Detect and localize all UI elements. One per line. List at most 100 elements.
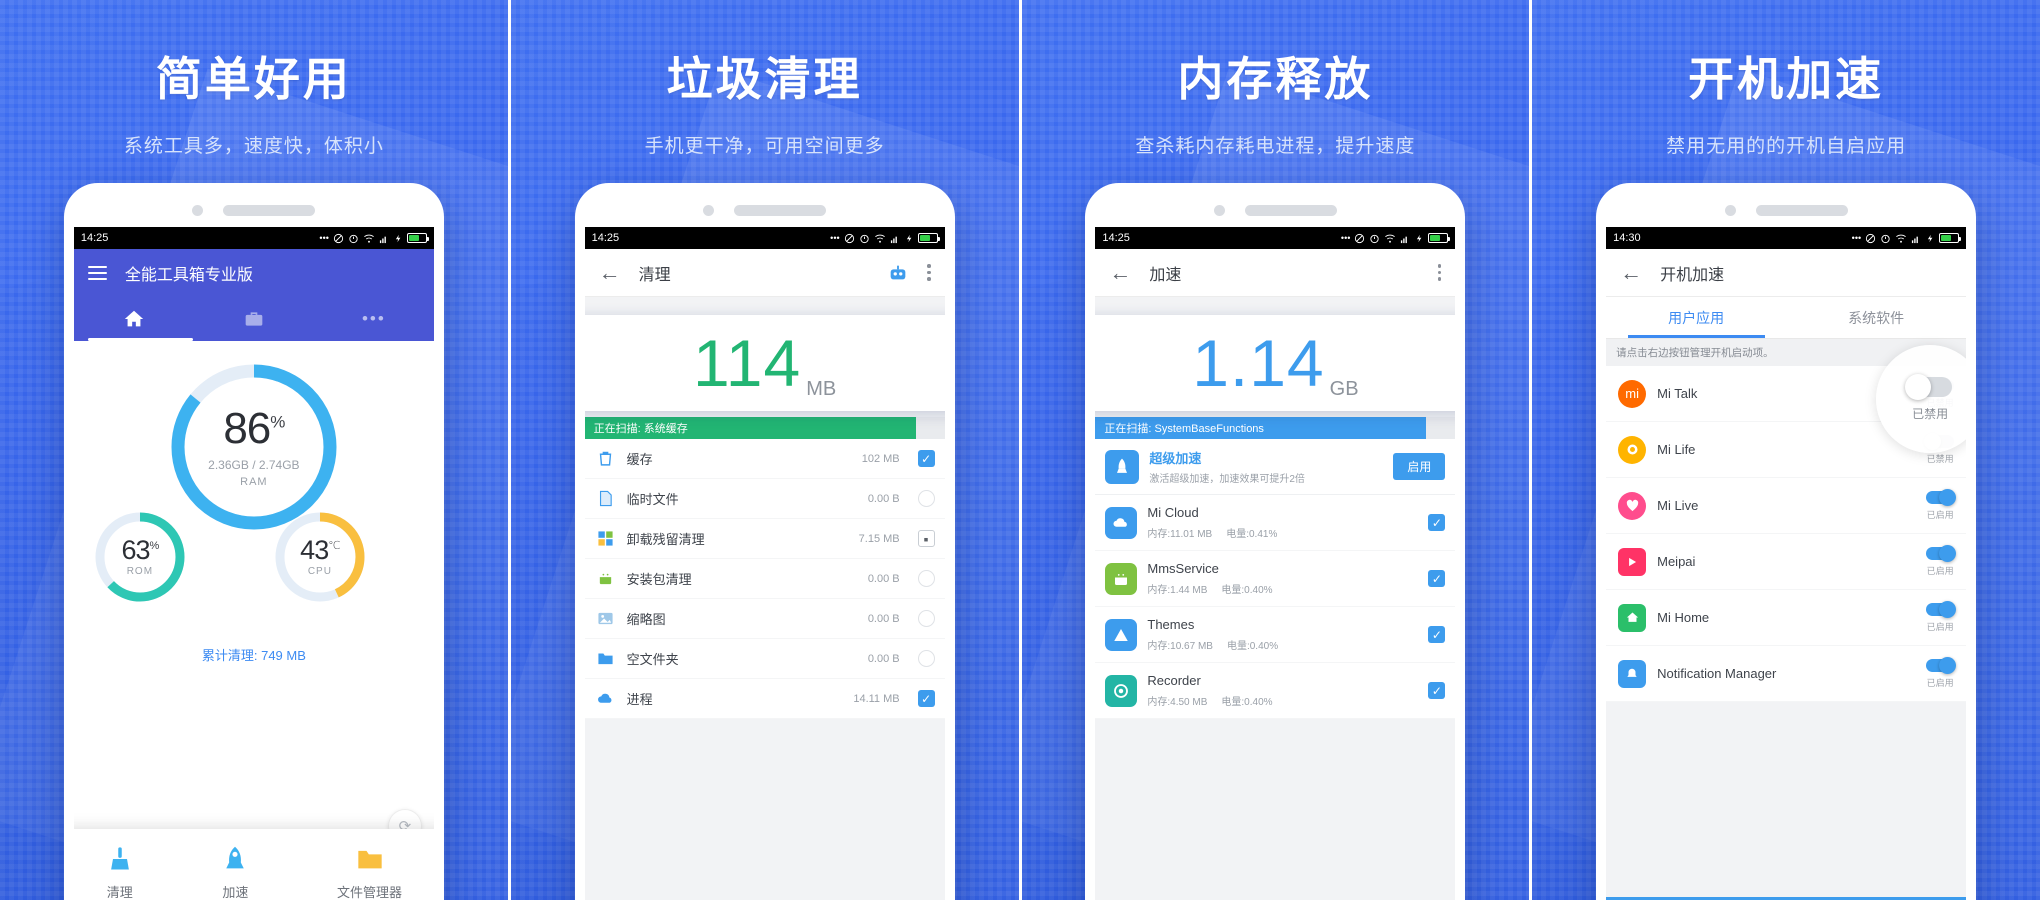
tab-system-apps[interactable]: 系统软件 <box>1786 297 1966 338</box>
boost-title: 超级加速 <box>1149 451 1202 466</box>
table-row[interactable]: 安装包清理 0.00 B <box>584 559 945 599</box>
table-row[interactable]: 空文件夹 0.00 B <box>584 639 945 679</box>
phone-earpiece <box>74 193 434 227</box>
junk-size: 0.00 B <box>867 652 900 665</box>
toggle-label: 已禁用 <box>1912 406 1949 421</box>
checkbox[interactable] <box>917 490 935 507</box>
checkbox[interactable] <box>917 650 935 667</box>
junk-name: 临时文件 <box>626 492 679 507</box>
scan-status-label: 正在扫描: SystemBaseFunctions <box>1104 423 1264 435</box>
battery-icon <box>1939 233 1962 243</box>
tab-user-apps[interactable]: 用户应用 <box>1606 297 1786 338</box>
tab-indicator <box>1627 335 1765 338</box>
status-time: 14:30 <box>1613 232 1641 244</box>
checkbox[interactable]: ✓ <box>1428 570 1446 587</box>
checkbox[interactable]: ✓ <box>917 690 935 707</box>
checkbox[interactable] <box>917 610 935 627</box>
toggle-switch[interactable] <box>1905 373 1953 400</box>
gauge-ram-detail: 2.36GB / 2.74GB <box>208 457 300 472</box>
table-row[interactable]: 进程 14.11 MB ✓ <box>584 679 945 719</box>
back-arrow-icon[interactable]: ← <box>1109 261 1131 284</box>
charging-bolt-icon <box>395 234 401 242</box>
bottom-nav-item-files[interactable]: 文件管理器 <box>337 845 402 900</box>
list-item[interactable]: Mi Live 已启用 <box>1606 478 1967 534</box>
status-icons: ••• <box>1851 232 1962 244</box>
scan-amount-value: 114 <box>693 326 802 400</box>
mi-icon: mi <box>1618 379 1647 408</box>
list-item[interactable]: Meipai 已启用 <box>1606 534 1967 590</box>
bottom-nav-item-clean[interactable]: 清理 <box>106 845 134 900</box>
list-item[interactable]: Mi Home 已启用 <box>1606 590 1967 646</box>
more-dots-icon: ••• <box>1851 232 1862 243</box>
checkbox[interactable]: ▪ <box>917 530 935 547</box>
gauge-cpu-value: 43 <box>300 535 329 565</box>
process-mem: 内存:4.50 MB <box>1147 697 1208 708</box>
gauge-cpu[interactable]: 43℃ CPU <box>274 511 366 603</box>
gauge-area: 86% 2.36GB / 2.74GB RAM 63% ROM 43℃ CPU <box>74 341 434 641</box>
alarm-icon <box>1881 234 1890 243</box>
checkbox[interactable]: ✓ <box>1428 626 1446 643</box>
app-toggle[interactable]: 已启用 <box>1926 544 1957 577</box>
process-text: Themes 内存:10.67 MB 电量:0.40% <box>1147 617 1418 652</box>
table-row[interactable]: 缓存 102 MB ✓ <box>584 439 945 479</box>
tab-toolbox[interactable] <box>194 297 314 341</box>
cleaner-robot-icon[interactable] <box>887 262 909 284</box>
checkbox[interactable]: ✓ <box>1428 682 1446 699</box>
scan-status-label: 正在扫描: 系统缓存 <box>593 423 688 435</box>
checkbox[interactable]: ✓ <box>1428 514 1446 531</box>
table-row[interactable]: Mi Cloud 内存:11.01 MB 电量:0.41% ✓ <box>1095 495 1456 551</box>
app-toggle[interactable]: 已启用 <box>1926 488 1957 521</box>
super-boost-banner[interactable]: 超级加速 激活超级加速，加速效果可提升2倍 启用 <box>1095 439 1456 495</box>
gauge-ram[interactable]: 86% 2.36GB / 2.74GB RAM <box>170 363 338 531</box>
gauge-rom-unit: % <box>149 540 160 552</box>
junk-size: 0.00 B <box>867 612 900 625</box>
speaker-bar <box>223 204 316 216</box>
toggle-switch[interactable] <box>1926 600 1957 618</box>
process-text: Mi Cloud 内存:11.01 MB 电量:0.41% <box>1147 505 1418 540</box>
app-name: Mi Home <box>1657 610 1710 625</box>
tab-more[interactable]: ••• <box>314 297 434 341</box>
table-row[interactable]: MmsService 内存:1.44 MB 电量:0.40% ✓ <box>1095 551 1456 607</box>
toggle-state-label: 已启用 <box>1926 677 1954 688</box>
mute-icon <box>1355 233 1365 243</box>
android-green-icon <box>1105 562 1138 595</box>
bottom-nav: 清理 加速 文件管理器 <box>73 829 434 900</box>
table-row[interactable]: Recorder 内存:4.50 MB 电量:0.40% ✓ <box>1095 663 1456 719</box>
status-icons: ••• <box>319 233 429 244</box>
toggle-switch[interactable] <box>1926 488 1957 506</box>
table-row[interactable]: 临时文件 0.00 B <box>584 479 945 519</box>
bottom-nav-item-boost[interactable]: 加速 <box>221 845 249 900</box>
wifi-icon <box>1385 234 1396 243</box>
wifi-icon <box>364 234 374 243</box>
enable-button[interactable]: 启用 <box>1393 453 1446 480</box>
back-arrow-icon[interactable]: ← <box>1620 261 1642 284</box>
home-icon <box>124 310 144 327</box>
camera-dot <box>1213 204 1225 216</box>
process-text: MmsService 内存:1.44 MB 电量:0.40% <box>1147 561 1418 596</box>
tab-home[interactable] <box>74 297 194 341</box>
alarm-icon <box>860 234 869 243</box>
app-name: Mi Live <box>1657 498 1699 513</box>
toggle-switch[interactable] <box>1926 544 1957 562</box>
table-row[interactable]: 卸载残留清理 7.15 MB ▪ <box>584 519 945 559</box>
toggle-switch[interactable] <box>1926 656 1957 674</box>
process-batt: 电量:0.41% <box>1226 529 1278 540</box>
kebab-icon[interactable] <box>927 264 931 281</box>
table-row[interactable]: Themes 内存:10.67 MB 电量:0.40% ✓ <box>1095 607 1456 663</box>
back-arrow-icon[interactable]: ← <box>599 261 621 284</box>
status-time: 14:25 <box>1102 232 1130 244</box>
app-toggle[interactable]: 已启用 <box>1926 656 1957 689</box>
hamburger-icon[interactable] <box>87 262 107 284</box>
gauge-rom[interactable]: 63% ROM <box>94 511 186 603</box>
table-row[interactable]: 缩略图 0.00 B <box>584 599 945 639</box>
checkbox[interactable]: ✓ <box>917 450 935 467</box>
list-item[interactable]: Notification Manager 已启用 <box>1606 646 1967 702</box>
folder-blue-icon <box>595 648 617 670</box>
checkbox[interactable] <box>917 570 935 587</box>
panel-subtitle: 查杀耗内存耗电进程，提升速度 <box>1135 136 1416 157</box>
mihome-icon <box>1618 603 1647 632</box>
camera-dot <box>192 204 204 216</box>
app-toggle[interactable]: 已启用 <box>1926 600 1957 633</box>
kebab-icon[interactable] <box>1437 264 1442 281</box>
boost-amount-unit: GB <box>1329 378 1359 400</box>
